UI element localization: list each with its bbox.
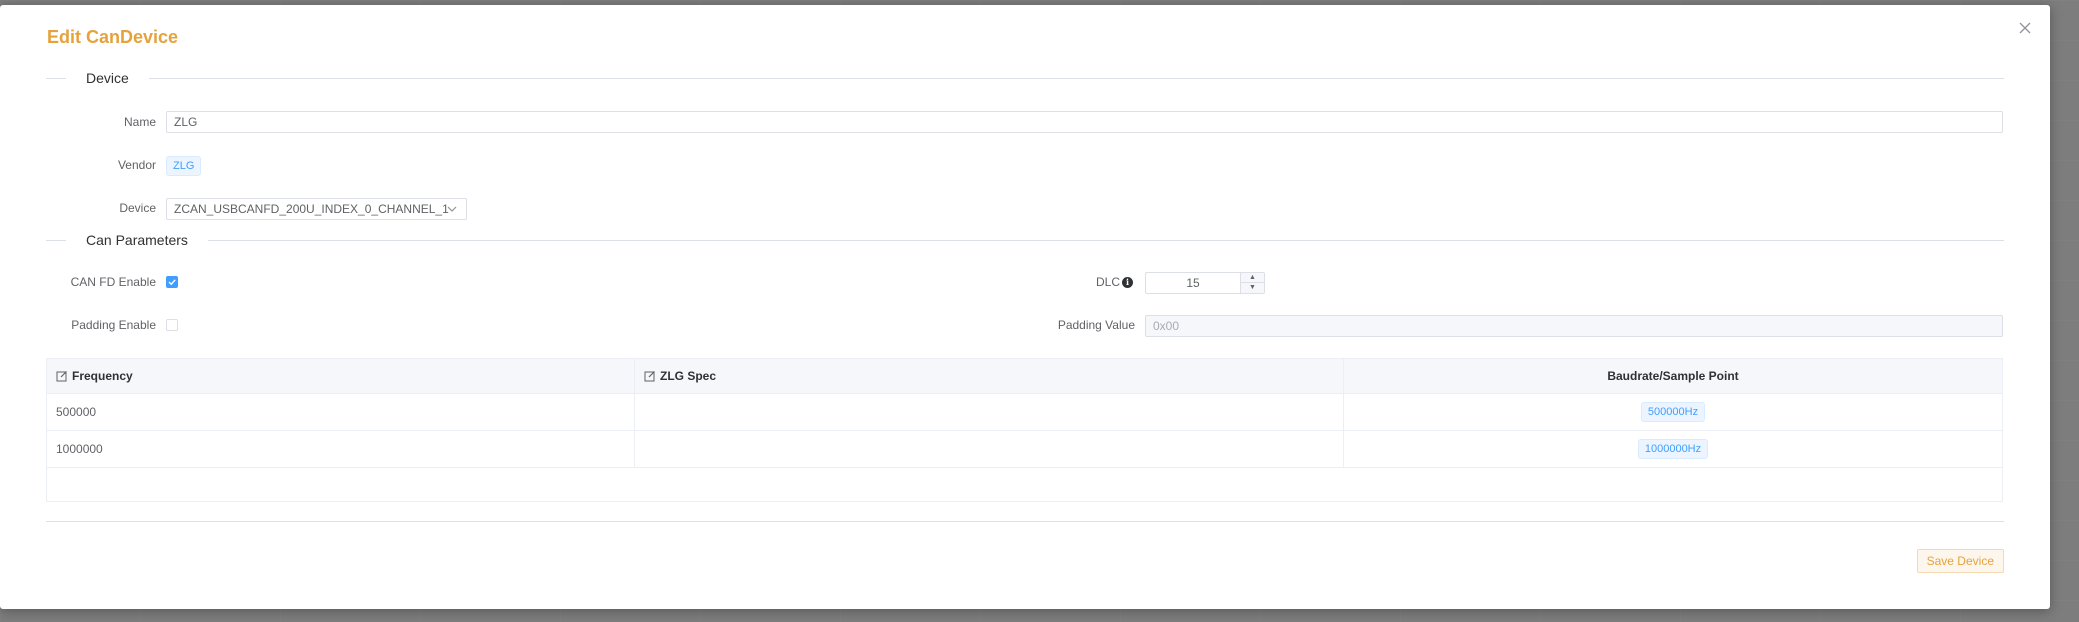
dlc-value: 15 bbox=[1186, 276, 1200, 290]
device-section-label: Device bbox=[66, 69, 149, 87]
name-label: Name bbox=[123, 115, 156, 129]
table-row[interactable]: 1000000 1000000Hz bbox=[47, 431, 2002, 468]
frequency-cell: 1000000 bbox=[47, 431, 635, 467]
dialog-title: Edit CanDevice bbox=[47, 27, 179, 47]
save-device-button[interactable]: Save Device bbox=[1916, 549, 2004, 573]
vendor-label: Vendor bbox=[117, 158, 156, 172]
canfd-enable-label: CAN FD Enable bbox=[70, 275, 156, 289]
device-select[interactable]: ZCAN_USBCANFD_200U_INDEX_0_CHANNEL_1 bbox=[166, 198, 467, 220]
close-icon[interactable] bbox=[2016, 19, 2034, 37]
column-header-baudrate: Baudrate/Sample Point bbox=[1607, 369, 1739, 383]
dlc-stepper: ▲ ▼ bbox=[1240, 273, 1264, 293]
can-parameters-divider: Can Parameters bbox=[46, 231, 2004, 249]
padding-enable-checkbox[interactable] bbox=[166, 319, 178, 331]
chevron-down-icon bbox=[447, 206, 457, 212]
column-header-zlg-spec[interactable]: ZLG Spec bbox=[635, 359, 1344, 393]
increase-icon[interactable]: ▲ bbox=[1241, 273, 1264, 283]
footer-divider bbox=[46, 521, 2004, 522]
can-parameters-section-label: Can Parameters bbox=[66, 231, 208, 249]
device-divider: Device bbox=[46, 69, 2004, 87]
dlc-label: DLC bbox=[1095, 275, 1120, 289]
zlg-spec-cell[interactable] bbox=[635, 431, 1344, 467]
baudrate-tag: 500000Hz bbox=[1640, 402, 1706, 422]
vendor-tag: ZLG bbox=[166, 156, 202, 176]
frequency-cell: 500000 bbox=[47, 394, 635, 430]
baudrate-tag: 1000000Hz bbox=[1637, 439, 1709, 459]
name-input[interactable]: ZLG bbox=[166, 111, 2003, 133]
zlg-spec-cell[interactable] bbox=[635, 394, 1344, 430]
check-icon bbox=[168, 279, 176, 286]
column-header-frequency-label: Frequency bbox=[72, 369, 133, 383]
column-header-frequency[interactable]: Frequency bbox=[47, 359, 635, 393]
edit-icon bbox=[56, 371, 67, 382]
decrease-icon[interactable]: ▼ bbox=[1241, 283, 1264, 293]
padding-value-input[interactable]: 0x00 bbox=[1145, 315, 2003, 337]
table-header-row: Frequency ZLG Spec Baudrate/Sample Point bbox=[47, 359, 2002, 394]
baudrate-cell: 1000000Hz bbox=[1344, 431, 2002, 467]
edit-icon bbox=[644, 371, 655, 382]
info-icon[interactable]: i bbox=[1122, 277, 1133, 288]
dlc-number-input[interactable]: 15 ▲ ▼ bbox=[1145, 272, 1265, 294]
padding-enable-label: Padding Enable bbox=[71, 318, 156, 332]
frequency-table: Frequency ZLG Spec Baudrate/Sample Point… bbox=[46, 358, 2003, 502]
edit-candevice-dialog: Edit CanDevice Device Name ZLG Vendor ZL… bbox=[0, 5, 2050, 609]
device-label: Device bbox=[119, 201, 156, 215]
device-select-value: ZCAN_USBCANFD_200U_INDEX_0_CHANNEL_1 bbox=[174, 202, 449, 216]
column-header-zlg-spec-label: ZLG Spec bbox=[660, 369, 717, 383]
table-row[interactable]: 500000 500000Hz bbox=[47, 394, 2002, 431]
baudrate-cell: 500000Hz bbox=[1344, 394, 2002, 430]
canfd-enable-checkbox[interactable] bbox=[166, 276, 178, 288]
padding-value-label: Padding Value bbox=[1057, 318, 1135, 332]
